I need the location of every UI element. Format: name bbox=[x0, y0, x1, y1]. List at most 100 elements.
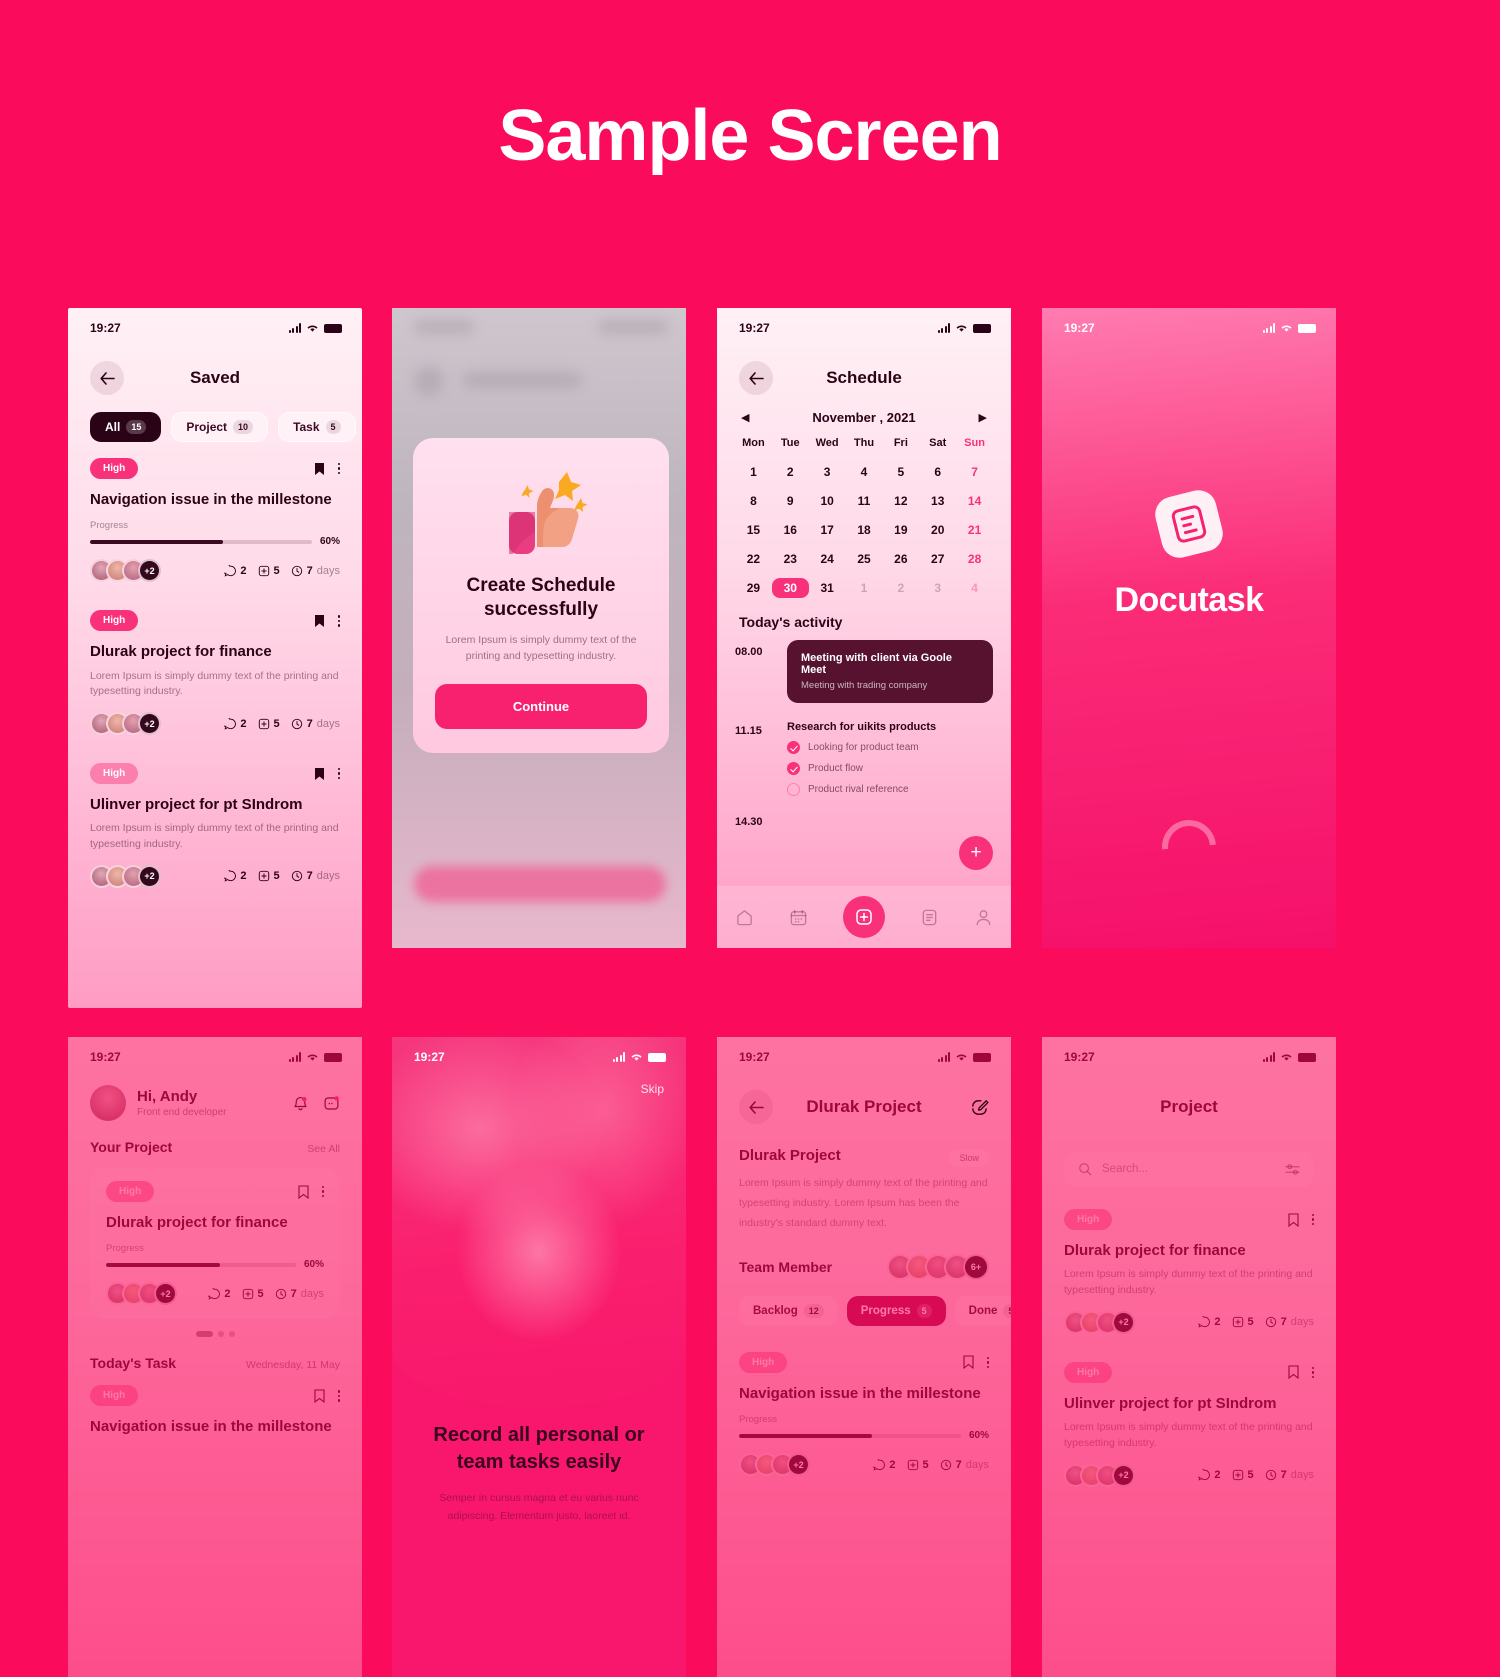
calendar-day[interactable]: 23 bbox=[772, 549, 809, 569]
calendar-day[interactable]: 12 bbox=[882, 491, 919, 511]
more-options-icon[interactable] bbox=[337, 462, 340, 475]
bookmark-icon[interactable] bbox=[314, 462, 325, 476]
calendar-day[interactable]: 3 bbox=[919, 578, 956, 598]
more-options-icon[interactable] bbox=[337, 615, 340, 627]
back-button[interactable] bbox=[739, 1090, 773, 1124]
task-card[interactable]: High Navigation issue in the millestone bbox=[68, 1371, 362, 1443]
filter-chip-all[interactable]: All 15 bbox=[90, 412, 162, 442]
avatar-overflow: +2 bbox=[138, 559, 161, 583]
calendar-day[interactable]: 15 bbox=[735, 520, 772, 540]
more-options-icon[interactable] bbox=[321, 1185, 324, 1198]
calendar-day[interactable]: 2 bbox=[772, 462, 809, 482]
project-card[interactable]: High Dlurak project for finance Lorem Ip… bbox=[1042, 1187, 1336, 1340]
bell-icon[interactable] bbox=[292, 1095, 309, 1112]
message-icon[interactable] bbox=[323, 1095, 340, 1112]
calendar-day[interactable]: 14 bbox=[956, 491, 993, 511]
bookmark-icon[interactable] bbox=[962, 1355, 974, 1370]
avatar-group: +2 bbox=[90, 864, 161, 888]
bookmark-icon[interactable] bbox=[314, 767, 325, 781]
tab-done[interactable]: Done 5 bbox=[954, 1295, 1011, 1326]
tab-profile[interactable] bbox=[974, 908, 993, 927]
chevron-left-icon[interactable]: ◀ bbox=[741, 411, 749, 424]
calendar-day[interactable]: 2 bbox=[882, 578, 919, 598]
back-button[interactable] bbox=[90, 361, 124, 395]
calendar-day[interactable]: 9 bbox=[772, 491, 809, 511]
checkbox-checked-icon bbox=[787, 762, 800, 775]
tab-documents[interactable] bbox=[920, 908, 939, 927]
add-activity-button[interactable]: + bbox=[959, 836, 993, 870]
calendar-day[interactable]: 1 bbox=[735, 462, 772, 482]
avatar[interactable] bbox=[90, 1085, 126, 1121]
checklist-item[interactable]: Product flow bbox=[787, 762, 993, 775]
calendar-day[interactable]: 21 bbox=[956, 520, 993, 540]
calendar-day[interactable]: 17 bbox=[809, 520, 846, 540]
task-date: Wednesday, 11 May bbox=[246, 1359, 340, 1372]
calendar-day[interactable]: 13 bbox=[919, 491, 956, 511]
calendar-day[interactable]: 28 bbox=[956, 549, 993, 569]
calendar-day[interactable]: 4 bbox=[956, 578, 993, 598]
chevron-right-icon[interactable]: ▶ bbox=[979, 411, 987, 424]
calendar-day[interactable]: 1 bbox=[846, 578, 883, 598]
calendar-day[interactable]: 6 bbox=[919, 462, 956, 482]
tab-home[interactable] bbox=[735, 908, 754, 927]
tab-add-button[interactable] bbox=[842, 896, 885, 938]
activity-card-meeting[interactable]: Meeting with client via Goole Meet Meeti… bbox=[787, 640, 993, 703]
calendar-day[interactable]: 24 bbox=[809, 549, 846, 569]
priority-badge: High bbox=[1064, 1209, 1113, 1230]
skip-button[interactable]: Skip bbox=[641, 1082, 664, 1096]
calendar-day-selected[interactable]: 30 bbox=[771, 578, 809, 598]
calendar-day[interactable]: 8 bbox=[735, 491, 772, 511]
progress-bar bbox=[739, 1433, 961, 1438]
calendar-day[interactable]: 18 bbox=[846, 520, 883, 540]
calendar-day[interactable]: 4 bbox=[846, 462, 883, 482]
calendar-day[interactable]: 26 bbox=[882, 549, 919, 569]
calendar-day[interactable]: 20 bbox=[919, 520, 956, 540]
search-bar[interactable]: Search... bbox=[1064, 1151, 1314, 1187]
calendar-day[interactable]: 16 bbox=[772, 520, 809, 540]
tab-backlog[interactable]: Backlog 12 bbox=[739, 1295, 838, 1326]
bookmark-icon[interactable] bbox=[1287, 1212, 1299, 1227]
more-options-icon[interactable] bbox=[1311, 1213, 1314, 1226]
see-all-link[interactable]: See All bbox=[307, 1143, 340, 1155]
more-options-icon[interactable] bbox=[337, 767, 340, 780]
calendar-day[interactable]: 3 bbox=[809, 462, 846, 482]
project-card[interactable]: High Dlurak project for finance Progress… bbox=[90, 1167, 340, 1320]
activity-card-research[interactable]: Research for uikits products Looking for… bbox=[787, 719, 993, 796]
calendar-day[interactable]: 11 bbox=[846, 491, 883, 511]
edit-button[interactable] bbox=[970, 1098, 989, 1117]
calendar-day[interactable]: 10 bbox=[809, 491, 846, 511]
tab-progress[interactable]: Progress 5 bbox=[846, 1295, 946, 1326]
calendar-day[interactable]: 22 bbox=[735, 549, 772, 569]
task-card[interactable]: High Navigation issue in the millestone … bbox=[68, 442, 362, 588]
project-card[interactable]: High Ulinver project for pt SIndrom Lore… bbox=[1042, 1340, 1336, 1493]
more-options-icon[interactable] bbox=[337, 1390, 340, 1402]
bookmark-icon[interactable] bbox=[313, 1389, 325, 1403]
tab-calendar[interactable] bbox=[789, 908, 808, 927]
continue-button[interactable]: Continue bbox=[435, 684, 647, 730]
task-card[interactable]: High Navigation issue in the millestone … bbox=[717, 1326, 1011, 1482]
bookmark-icon[interactable] bbox=[1287, 1365, 1299, 1380]
card-header: High bbox=[90, 763, 340, 784]
more-options-icon[interactable] bbox=[986, 1356, 989, 1369]
back-button[interactable] bbox=[739, 361, 773, 395]
calendar-day[interactable]: 25 bbox=[846, 549, 883, 569]
calendar-day[interactable]: 19 bbox=[882, 520, 919, 540]
filter-icon[interactable] bbox=[1285, 1163, 1300, 1176]
task-card[interactable]: High Dlurak project for finance Lorem Ip… bbox=[68, 588, 362, 741]
filter-chip-task[interactable]: Task 5 bbox=[278, 412, 356, 442]
calendar-day[interactable]: 5 bbox=[882, 462, 919, 482]
status-time: 19:27 bbox=[739, 321, 770, 335]
more-options-icon[interactable] bbox=[1311, 1366, 1314, 1378]
search-input[interactable]: Search... bbox=[1102, 1163, 1275, 1175]
task-card[interactable]: High Ulinver project for pt SIndrom Lore… bbox=[68, 741, 362, 894]
calendar-day[interactable]: 27 bbox=[919, 549, 956, 569]
bookmark-icon[interactable] bbox=[297, 1184, 309, 1199]
calendar-day[interactable]: 31 bbox=[809, 578, 846, 598]
calendar-day[interactable]: 7 bbox=[956, 462, 993, 482]
checklist-item[interactable]: Product rival reference bbox=[787, 783, 993, 796]
avatar-group: +2 bbox=[1064, 1463, 1135, 1487]
bookmark-icon[interactable] bbox=[314, 614, 325, 628]
checklist-item[interactable]: Looking for product team bbox=[787, 741, 993, 754]
filter-chip-project[interactable]: Project 10 bbox=[171, 412, 269, 442]
calendar-day[interactable]: 29 bbox=[735, 578, 772, 598]
